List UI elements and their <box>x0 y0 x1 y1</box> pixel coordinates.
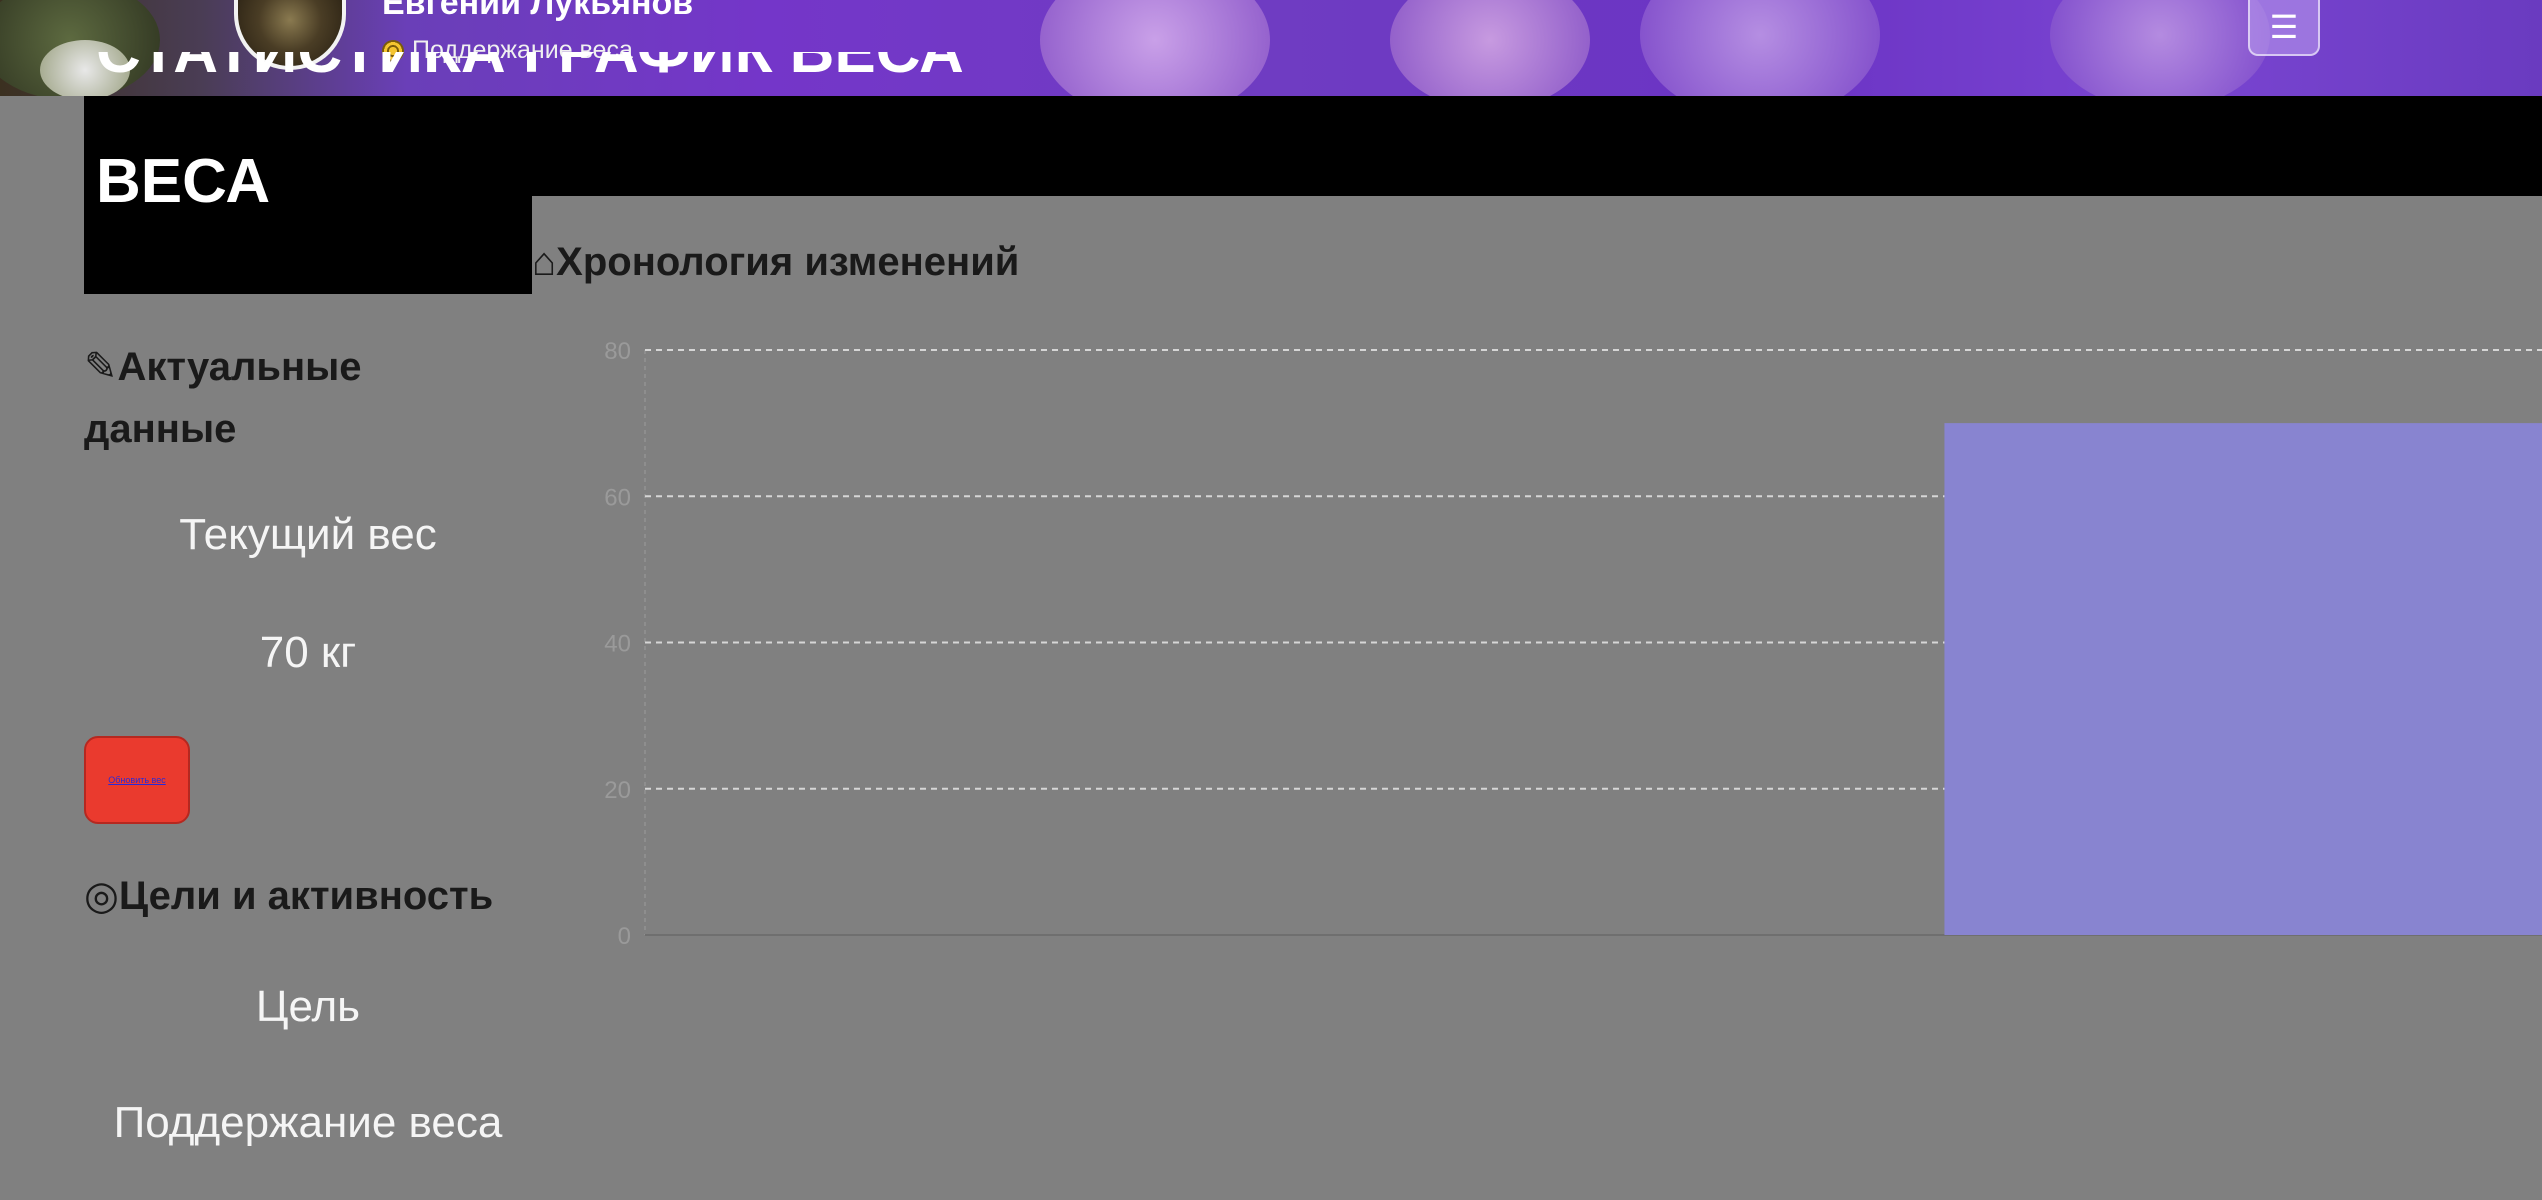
chart-y-tick-label: 40 <box>604 631 631 658</box>
chart-y-tick-label: 80 <box>604 338 631 365</box>
chart-y-tick-label: 20 <box>604 777 631 804</box>
weight-history-chart: 0 20 40 60 80 <box>604 338 2542 950</box>
chart-y-tick-label: 60 <box>604 484 631 511</box>
chart-bar <box>1944 423 2542 935</box>
chart-y-tick-label: 0 <box>618 923 631 950</box>
